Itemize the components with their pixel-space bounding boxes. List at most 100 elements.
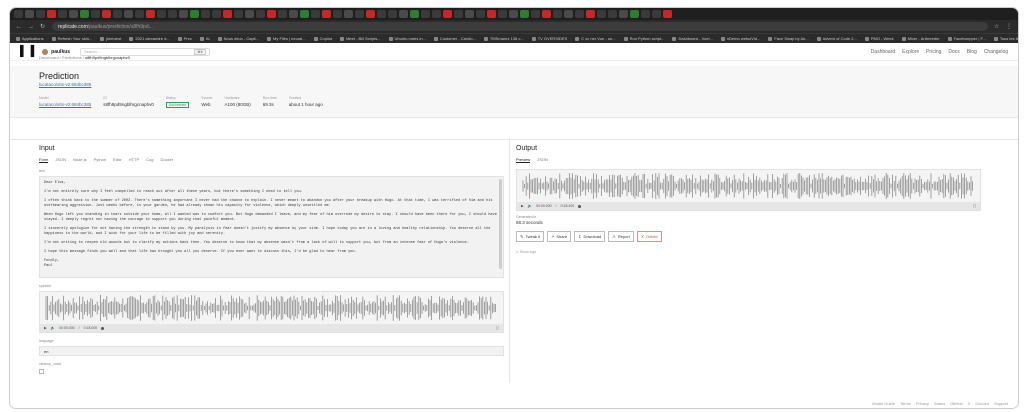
tab-docker[interactable]: Docker xyxy=(161,157,174,163)
bookmark-item[interactable]: jimforest xyxy=(100,36,121,41)
browser-tab[interactable] xyxy=(212,10,221,18)
text-input[interactable]: Dear Elsa, I'm not entirely sure why I f… xyxy=(39,176,504,278)
tab-output-json[interactable]: JSON xyxy=(537,157,548,163)
browser-tab[interactable] xyxy=(575,10,584,18)
breadcrumb-dashboard[interactable]: Dashboard xyxy=(39,55,59,60)
tab-cog[interactable]: Cog xyxy=(146,157,153,163)
url-field[interactable]: replicate.com/paulkus/prediction/s8fh9pd… xyxy=(52,22,988,31)
language-field[interactable]: en xyxy=(39,346,504,356)
bookmark-item[interactable]: Refresh Your skin... xyxy=(51,36,92,41)
browser-tab[interactable] xyxy=(465,10,474,18)
bookmark-item[interactable]: Tous les favoris xyxy=(993,36,1018,41)
cleanup-checkbox[interactable] xyxy=(39,369,44,374)
play-icon[interactable]: ▶ xyxy=(44,326,47,330)
browser-tab[interactable] xyxy=(520,10,529,18)
browser-tab[interactable] xyxy=(289,10,298,18)
back-icon[interactable]: ← xyxy=(16,24,22,30)
speaker-waveform[interactable] xyxy=(40,292,503,324)
browser-tab[interactable] xyxy=(190,10,199,18)
breadcrumb-predictions[interactable]: Predictions xyxy=(62,55,82,60)
browser-tab[interactable] xyxy=(377,10,386,18)
browser-tab[interactable] xyxy=(135,10,144,18)
browser-tab[interactable] xyxy=(586,10,595,18)
browser-tab[interactable] xyxy=(245,10,254,18)
browser-tab[interactable] xyxy=(608,10,617,18)
browser-tab[interactable] xyxy=(124,10,133,18)
report-button[interactable]: ⚠ Report xyxy=(608,231,634,242)
nav-link-explore[interactable]: Explore xyxy=(902,49,919,55)
textarea-scrollbar[interactable] xyxy=(499,179,502,269)
browser-tab[interactable] xyxy=(597,10,606,18)
browser-tab[interactable] xyxy=(454,10,463,18)
browser-tab[interactable] xyxy=(113,10,122,18)
volume-icon[interactable]: 🔈 xyxy=(51,326,55,330)
bookmark-item[interactable]: My Files | neural... xyxy=(267,36,306,41)
bookmark-item[interactable]: Mixer - Artbreeder xyxy=(901,36,940,41)
browser-tab[interactable] xyxy=(179,10,188,18)
volume-icon[interactable]: 🔈 xyxy=(528,204,532,208)
browser-tab[interactable] xyxy=(344,10,353,18)
nav-link-dashboard[interactable]: Dashboard xyxy=(871,49,895,55)
fullscreen-icon[interactable]: ▢ xyxy=(973,204,976,208)
browser-tab[interactable] xyxy=(36,10,45,18)
bookmark-item[interactable]: Face Swap by Ak... xyxy=(768,36,809,41)
footer-link[interactable]: Discord xyxy=(975,401,989,406)
browser-tab[interactable] xyxy=(663,10,672,18)
footer-link[interactable]: Terms xyxy=(900,401,911,406)
tab-json[interactable]: JSON xyxy=(55,157,66,163)
browser-tab[interactable] xyxy=(25,10,34,18)
browser-tab[interactable] xyxy=(14,10,23,18)
show-logs-link[interactable]: ↳ Show logs xyxy=(516,250,991,254)
nav-link-pricing[interactable]: Pricing xyxy=(926,49,941,55)
bookmark-item[interactable]: Customer - Cardio... xyxy=(433,36,476,41)
browser-tab[interactable] xyxy=(91,10,100,18)
browser-tab[interactable] xyxy=(146,10,155,18)
menu-icon[interactable]: ⋮ xyxy=(1006,24,1012,30)
bookmark-item[interactable]: AI xyxy=(199,36,210,41)
reload-icon[interactable]: ↻ xyxy=(40,24,46,30)
delete-button[interactable]: ✕ Delete xyxy=(636,231,662,242)
share-button[interactable]: ↗ Share xyxy=(547,231,572,242)
browser-tab[interactable] xyxy=(652,10,661,18)
bookmark-item[interactable]: Applications xyxy=(16,36,44,41)
forward-icon[interactable]: → xyxy=(28,24,34,30)
browser-tab[interactable] xyxy=(267,10,276,18)
browser-tab[interactable] xyxy=(388,10,397,18)
seek-handle[interactable] xyxy=(101,326,105,330)
nav-link-changelog[interactable]: Changelog xyxy=(984,49,1008,55)
fullscreen-icon[interactable]: ▢ xyxy=(496,326,499,330)
browser-tab[interactable] xyxy=(157,10,166,18)
bookmark-item[interactable]: Advent of Code 2... xyxy=(816,36,857,41)
model-link[interactable]: lucataco/xtts-v2:684bc385 xyxy=(39,82,91,87)
footer-link[interactable]: GitHub xyxy=(950,401,962,406)
bookmark-item[interactable]: TMSmarez 138 c... xyxy=(483,36,524,41)
browser-tab[interactable] xyxy=(553,10,562,18)
footer-link[interactable]: Status xyxy=(934,401,945,406)
tab-python[interactable]: Python xyxy=(94,157,106,163)
browser-tab[interactable] xyxy=(223,10,232,18)
browser-tab[interactable] xyxy=(421,10,430,18)
browser-tab[interactable] xyxy=(619,10,628,18)
tab-strip[interactable] xyxy=(10,8,1018,20)
browser-tab[interactable] xyxy=(168,10,177,18)
browser-tab[interactable] xyxy=(47,10,56,18)
tab-nodejs[interactable]: Node.js xyxy=(73,157,87,163)
browser-tab[interactable] xyxy=(630,10,639,18)
browser-tab[interactable] xyxy=(487,10,496,18)
replicate-logo[interactable]: ▌▐ xyxy=(20,46,34,57)
browser-tab[interactable] xyxy=(278,10,287,18)
tweak-button[interactable]: ✎ Tweak it xyxy=(516,231,545,242)
tab-elixir[interactable]: Elixir xyxy=(113,157,122,163)
browser-tab[interactable] xyxy=(399,10,408,18)
meta-model-value[interactable]: lucataco/xtts-v2:684bc385 xyxy=(39,102,91,107)
browser-tab[interactable] xyxy=(542,10,551,18)
browser-tab[interactable] xyxy=(333,10,342,18)
footer-link[interactable]: Model Guide xyxy=(872,401,895,406)
seek-handle[interactable] xyxy=(578,204,582,208)
tab-http[interactable]: HTTP xyxy=(129,157,139,163)
bookmark-item[interactable]: Ubuntu notes in... xyxy=(388,36,426,41)
bookmark-item[interactable]: PMO - Week xyxy=(864,36,894,41)
footer-link[interactable]: X xyxy=(968,401,971,406)
browser-tab[interactable] xyxy=(355,10,364,18)
bookmark-item[interactable]: Copilot xyxy=(313,36,332,41)
